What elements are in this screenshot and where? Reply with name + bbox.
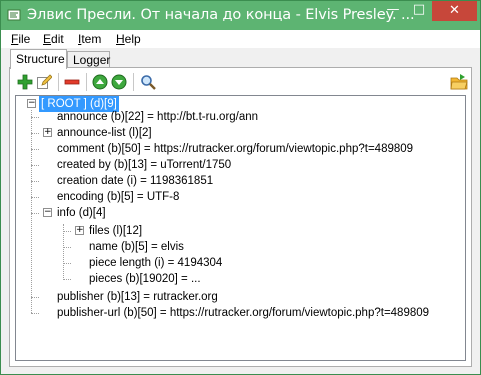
title-bar[interactable]: Элвис Пресли. От начала до конца - Elvis… [1, 1, 480, 30]
menu-bar: File Edit Item Help [1, 30, 480, 48]
menu-edit[interactable]: Edit [43, 32, 64, 46]
toolbar-separator [86, 73, 87, 91]
maximize-button[interactable]: □ [406, 1, 432, 21]
tree-node-pieces[interactable]: pieces (b)[19020] = ... [89, 271, 201, 287]
tree-connector [31, 213, 39, 214]
menu-edit-label: dit [51, 32, 64, 46]
tree-node-publisher-url[interactable]: publisher-url (b)[50] = https://rutracke… [57, 305, 429, 321]
announce-list-expand-toggle[interactable]: + [43, 128, 52, 137]
move-down-icon[interactable] [111, 74, 127, 90]
toolbar-separator [133, 73, 134, 91]
tree-connector [31, 181, 39, 182]
root-collapse-toggle[interactable]: − [27, 99, 36, 108]
info-collapse-toggle[interactable]: − [43, 208, 52, 217]
tree-node-piece-length[interactable]: piece length (i) = 4194304 [89, 255, 222, 271]
structure-tree[interactable]: − + − + [ ROOT ] (d)[9] announce (b)[22]… [15, 95, 466, 361]
search-icon[interactable] [140, 74, 156, 90]
menu-edit-mnemonic: E [43, 32, 52, 46]
menu-file-label: ile [18, 32, 31, 46]
tab-structure[interactable]: Structure [10, 49, 67, 69]
tree-node-comment[interactable]: comment (b)[50] = https://rutracker.org/… [57, 141, 413, 157]
menu-item-label: tem [81, 32, 102, 46]
toolbar [10, 68, 471, 94]
open-folder-icon[interactable] [450, 73, 468, 91]
tree-connector [63, 247, 71, 248]
menu-help-mnemonic: H [116, 32, 125, 46]
tree-node-announce[interactable]: announce (b)[22] = http://bt.t-ru.org/an… [57, 109, 258, 125]
tree-connector [31, 197, 39, 198]
close-button[interactable]: ✕ [432, 1, 477, 21]
remove-icon[interactable] [64, 74, 80, 90]
tree-node-creation-date[interactable]: creation date (i) = 1198361851 [57, 173, 213, 189]
tree-node-publisher[interactable]: publisher (b)[13] = rutracker.org [57, 289, 218, 305]
menu-file[interactable]: File [11, 32, 30, 46]
edit-icon[interactable] [36, 74, 52, 90]
tree-node-created-by[interactable]: created by (b)[13] = uTorrent/1750 [57, 157, 231, 173]
tab-logger[interactable]: Logger [67, 51, 110, 68]
minimize-button[interactable]: — [380, 1, 406, 21]
menu-help[interactable]: Help [116, 32, 141, 46]
tree-connector [31, 117, 39, 118]
tree-node-announce-list[interactable]: announce-list (l)[2] [57, 125, 152, 141]
tree-node-files[interactable]: files (l)[12] [89, 223, 142, 239]
tree-connector [31, 133, 39, 134]
menu-item[interactable]: Item [78, 32, 101, 46]
add-icon[interactable] [17, 74, 33, 90]
menu-help-label: elp [124, 32, 141, 46]
tree-connector [63, 231, 71, 232]
tree-connector [63, 279, 71, 280]
move-up-icon[interactable] [92, 74, 108, 90]
tree-connector [63, 224, 64, 280]
tree-connector [31, 165, 39, 166]
app-window: Элвис Пресли. От начала до конца - Elvis… [0, 0, 481, 375]
tree-node-encoding[interactable]: encoding (b)[5] = UTF-8 [57, 189, 179, 205]
files-expand-toggle[interactable]: + [75, 226, 84, 235]
tree-connector [31, 110, 32, 313]
tree-connector [63, 263, 71, 264]
structure-panel: − + − + [ ROOT ] (d)[9] announce (b)[22]… [9, 67, 472, 367]
tree-connector [31, 313, 39, 314]
tab-strip: Structure Logger [1, 48, 480, 69]
tree-node-info[interactable]: info (d)[4] [57, 205, 106, 221]
window-title: Элвис Пресли. От начала до конца - Elvis… [27, 7, 415, 23]
toolbar-separator [58, 73, 59, 91]
tree-connector [31, 297, 39, 298]
tree-connector [31, 149, 39, 150]
tree-node-name[interactable]: name (b)[5] = elvis [89, 239, 184, 255]
app-icon [7, 9, 21, 21]
